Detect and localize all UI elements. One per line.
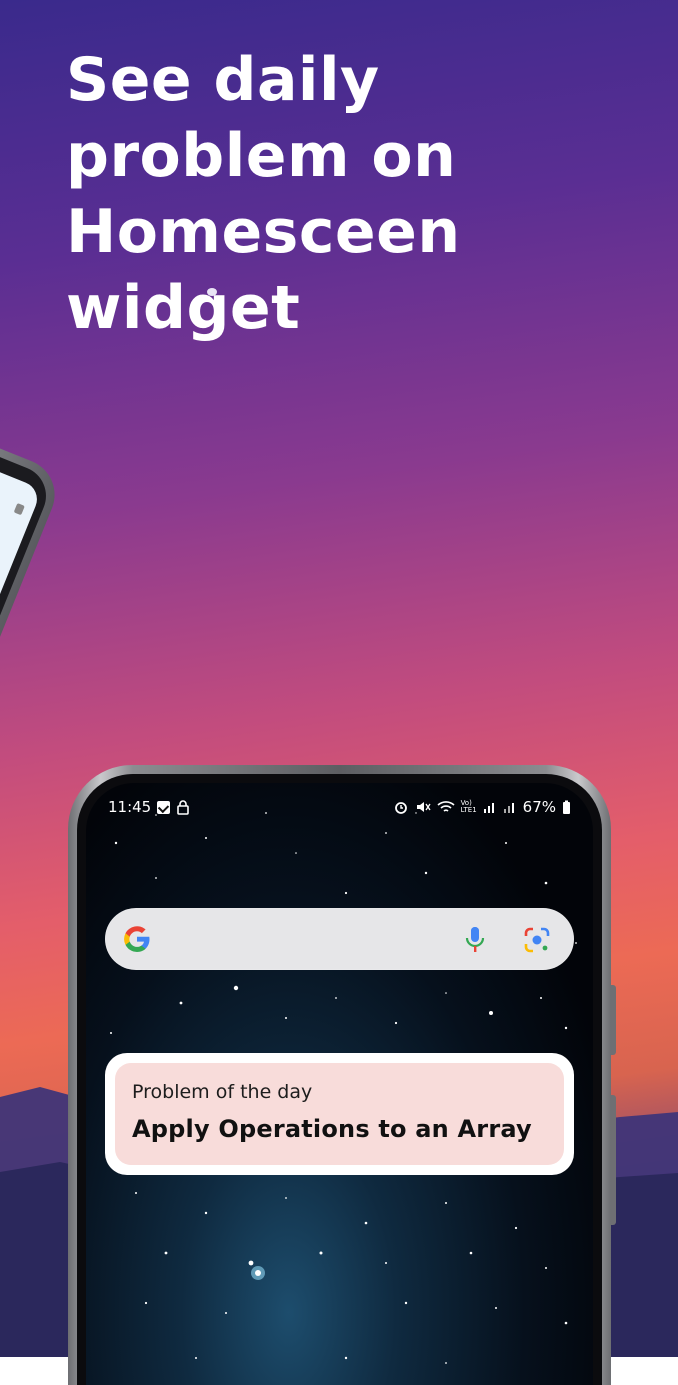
wifi-icon xyxy=(437,800,455,814)
signal-icon-2 xyxy=(503,800,517,814)
volte-icon: Vo) LTE1 xyxy=(460,799,477,814)
battery-percent: 67% xyxy=(522,798,556,816)
battery-icon xyxy=(562,800,571,815)
headline: See daily problem on Homesceen widget xyxy=(66,45,461,343)
phone-mockup: 11:45 Vo) LTE1 67% Problem of the day Ap… xyxy=(68,765,616,1385)
power-button xyxy=(611,1095,616,1225)
widget-caption: Problem of the day xyxy=(132,1081,313,1103)
status-bar: 11:45 Vo) LTE1 67% xyxy=(108,793,571,821)
google-search-bar[interactable] xyxy=(105,908,574,970)
signal-icon xyxy=(483,800,497,814)
problem-of-the-day-widget[interactable]: Problem of the day Apply Operations to a… xyxy=(105,1053,574,1175)
alarm-icon xyxy=(393,799,409,815)
mute-icon xyxy=(415,799,431,815)
decorative-dot xyxy=(207,288,217,296)
google-g-icon xyxy=(124,926,150,952)
volume-button xyxy=(611,985,616,1055)
phone-screen: 11:45 Vo) LTE1 67% Problem of the day Ap… xyxy=(86,783,593,1385)
status-time: 11:45 xyxy=(108,798,152,816)
widget-problem-title[interactable]: Apply Operations to an Array xyxy=(132,1115,532,1143)
task-check-icon xyxy=(157,800,171,814)
lens-icon[interactable] xyxy=(522,925,552,955)
lock-icon xyxy=(176,799,190,815)
mic-icon[interactable] xyxy=(464,925,486,955)
